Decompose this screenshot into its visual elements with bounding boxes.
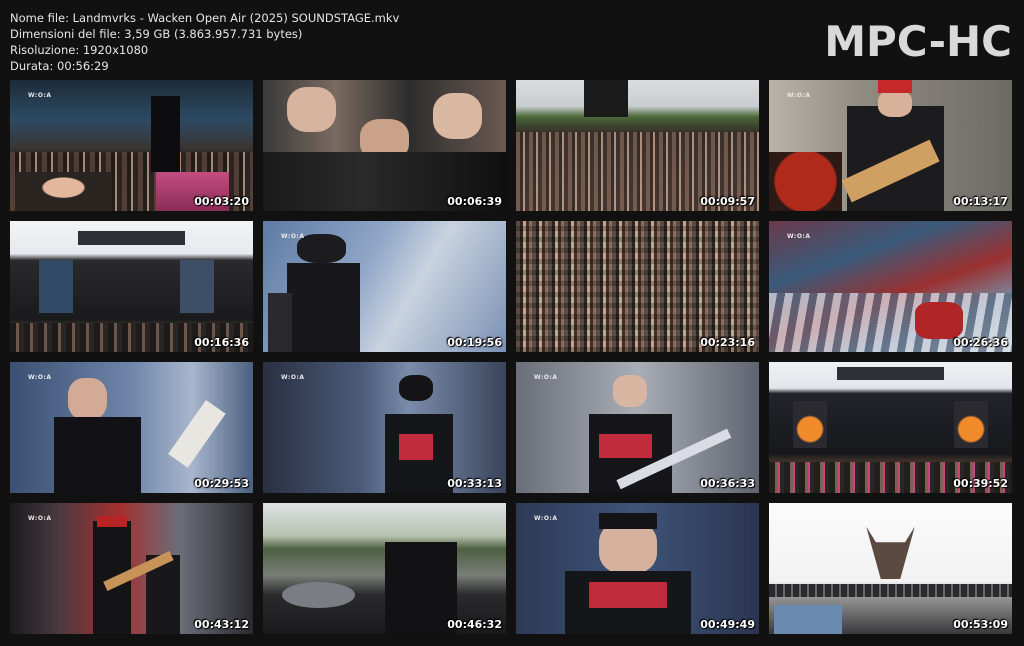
thumbnail: W:O:A 00:29:53 xyxy=(10,362,253,493)
woa-watermark: W:O:A xyxy=(28,374,52,381)
thumbnail: W:O:A 00:19:56 xyxy=(263,221,506,352)
woa-watermark: W:O:A xyxy=(534,374,558,381)
thumbnail: 00:53:09 xyxy=(769,503,1012,634)
thumbnail: W:O:A 00:13:17 xyxy=(769,80,1012,211)
thumbnail: 00:16:36 xyxy=(10,221,253,352)
thumbnail: W:O:A 00:43:12 xyxy=(10,503,253,634)
thumbnail: W:O:A 00:03:20 xyxy=(10,80,253,211)
thumbnail-timestamp: 00:03:20 xyxy=(194,195,249,208)
file-resolution: Risoluzione: 1920x1080 xyxy=(10,43,149,57)
mpc-hc-logo: MPC-HC xyxy=(824,17,1012,66)
thumbnail-timestamp: 00:13:17 xyxy=(953,195,1008,208)
file-duration: Durata: 00:56:29 xyxy=(10,59,109,73)
thumbnail-timestamp: 00:06:39 xyxy=(447,195,502,208)
thumbnail-timestamp: 00:33:13 xyxy=(447,477,502,490)
thumbnail-timestamp: 00:26:36 xyxy=(953,336,1008,349)
thumbnail-timestamp: 00:29:53 xyxy=(194,477,249,490)
thumbnail-timestamp: 00:53:09 xyxy=(953,618,1008,631)
thumbnail-timestamp: 00:09:57 xyxy=(700,195,755,208)
thumbnail: W:O:A 00:36:33 xyxy=(516,362,759,493)
woa-watermark: W:O:A xyxy=(534,515,558,522)
woa-watermark: W:O:A xyxy=(787,233,811,240)
thumbnail-timestamp: 00:16:36 xyxy=(194,336,249,349)
thumbnail-timestamp: 00:23:16 xyxy=(700,336,755,349)
thumbnail: 00:39:52 xyxy=(769,362,1012,493)
woa-watermark: W:O:A xyxy=(281,233,305,240)
thumbnail: 00:23:16 xyxy=(516,221,759,352)
file-info: Nome file: Landmvrks - Wacken Open Air (… xyxy=(10,10,399,74)
thumbnail-timestamp: 00:49:49 xyxy=(700,618,755,631)
thumbnail: 00:09:57 xyxy=(516,80,759,211)
thumbnail: W:O:A 00:49:49 xyxy=(516,503,759,634)
thumbnail-timestamp: 00:36:33 xyxy=(700,477,755,490)
thumbnail: 00:46:32 xyxy=(263,503,506,634)
woa-watermark: W:O:A xyxy=(281,374,305,381)
file-size: Dimensioni del file: 3,59 GB (3.863.957.… xyxy=(10,27,303,41)
thumbnail: 00:06:39 xyxy=(263,80,506,211)
file-name: Nome file: Landmvrks - Wacken Open Air (… xyxy=(10,11,400,25)
thumbnail-timestamp: 00:43:12 xyxy=(194,618,249,631)
thumbnail: W:O:A 00:26:36 xyxy=(769,221,1012,352)
woa-watermark: W:O:A xyxy=(28,92,52,99)
thumbnail-timestamp: 00:46:32 xyxy=(447,618,502,631)
thumbnail-grid: W:O:A 00:03:20 00:06:39 00:09:57 W:O:A 00:… xyxy=(10,80,1012,634)
woa-watermark: W:O:A xyxy=(787,92,811,99)
thumbnail-timestamp: 00:19:56 xyxy=(447,336,502,349)
woa-watermark: W:O:A xyxy=(28,515,52,522)
thumbnail: W:O:A 00:33:13 xyxy=(263,362,506,493)
thumbnail-timestamp: 00:39:52 xyxy=(953,477,1008,490)
